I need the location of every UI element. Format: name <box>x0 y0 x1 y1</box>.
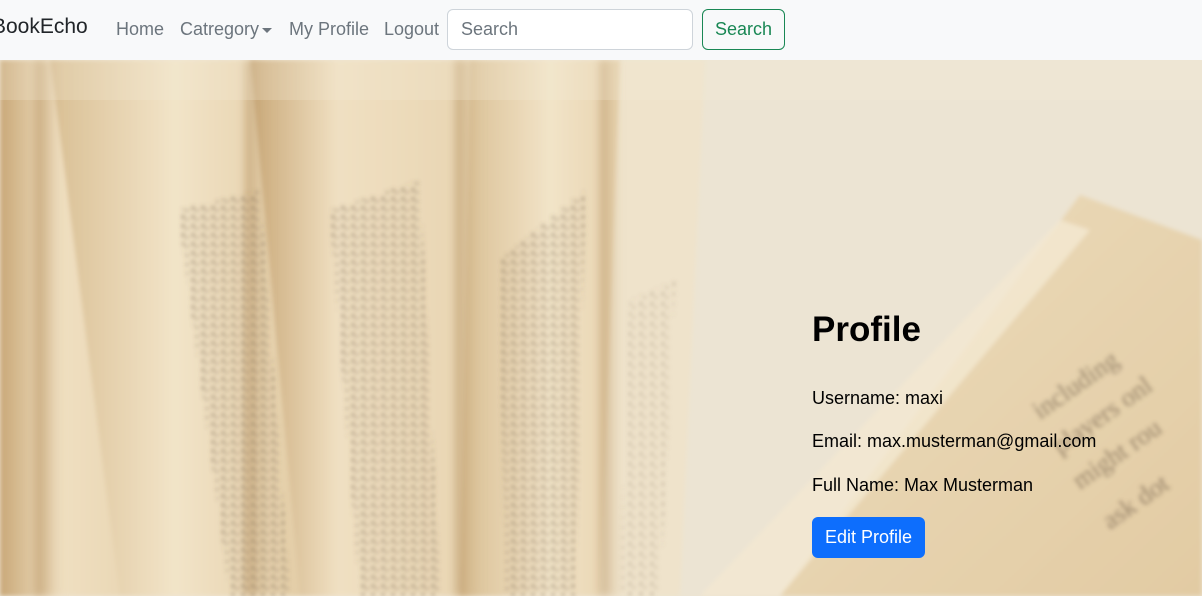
profile-username: Username: maxi <box>812 388 944 408</box>
book-pages-background-image: ask dot might rou players onl including <box>0 60 1202 596</box>
nav-link-my-profile[interactable]: My Profile <box>289 19 369 40</box>
nav-link-home[interactable]: Home <box>116 19 164 40</box>
navbar: BookEcho Home Catregory My Profile Logou… <box>0 0 1202 60</box>
profile-title: Profile <box>812 310 921 349</box>
profile-full-name: Full Name: Max Musterman <box>812 475 1034 495</box>
profile-email: Email: max.musterman@gmail.com <box>812 431 1097 451</box>
search-input[interactable] <box>447 9 693 50</box>
nav-dropdown-category[interactable]: Catregory <box>180 19 273 40</box>
brand-logo-link[interactable]: BookEcho <box>0 15 88 39</box>
search-button[interactable]: Search <box>702 9 785 50</box>
edit-profile-button[interactable]: Edit Profile <box>812 517 925 558</box>
nav-link-logout[interactable]: Logout <box>384 19 439 40</box>
caret-down-icon <box>262 28 273 33</box>
nav-dropdown-category-label: Catregory <box>180 19 260 39</box>
hero-section: ask dot might rou players onl including <box>0 60 1202 596</box>
